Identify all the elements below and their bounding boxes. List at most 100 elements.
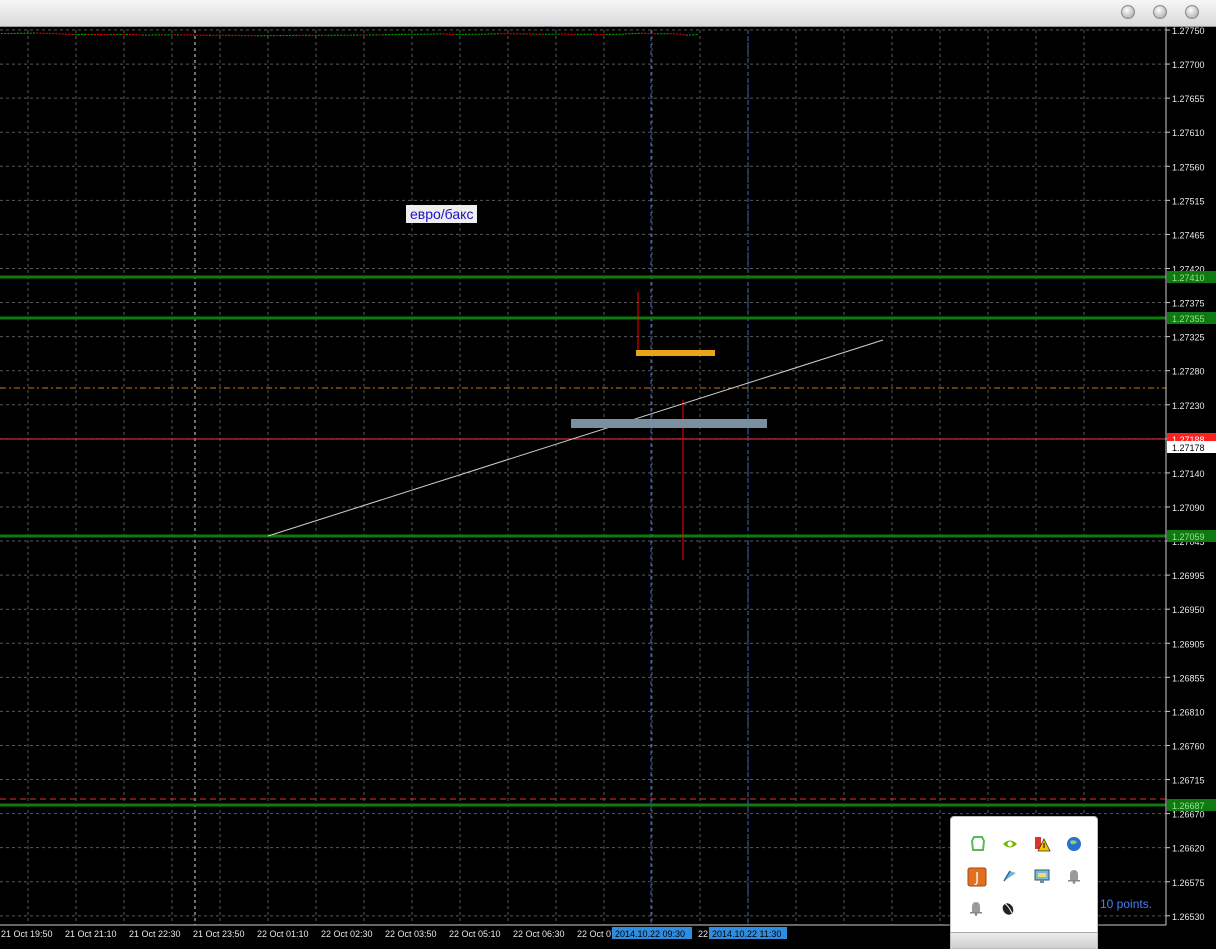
- candle-bull: [692, 34, 695, 36]
- price-chart[interactable]: 1.27750 1.27700 1.27655 1.27610 1.27560 1.275…: [0, 27, 1216, 947]
- mouse-icon[interactable]: [999, 899, 1017, 917]
- wifi-tool-icon[interactable]: [1001, 867, 1019, 885]
- candle-bull: [109, 34, 112, 36]
- candle-bear: [161, 34, 163, 36]
- candle-bull: [273, 35, 275, 37]
- window-titlebar: [0, 0, 1216, 27]
- candle-bull: [317, 34, 320, 36]
- candle-bear: [650, 33, 653, 35]
- candle-bull: [327, 34, 330, 36]
- candle-bull: [410, 33, 413, 35]
- tray-footer: [951, 932, 1097, 948]
- notification-bell-icon[interactable]: [1065, 867, 1083, 885]
- candle-bear: [65, 33, 67, 35]
- candle-bear: [516, 33, 519, 35]
- candle-bear: [71, 33, 74, 35]
- candle-bull: [407, 33, 410, 35]
- candle-bear: [346, 34, 349, 36]
- price-tick-label: 1.27610: [1172, 128, 1205, 138]
- range-zone-bar: [571, 419, 767, 428]
- candle-bear: [186, 34, 189, 36]
- candle-bear: [298, 34, 301, 36]
- nvidia-icon[interactable]: [1001, 835, 1019, 853]
- globe-icon[interactable]: [1065, 835, 1083, 853]
- candle-bear: [122, 34, 125, 36]
- price-tick-label: 1.27375: [1172, 299, 1205, 309]
- points-text: 10 points.: [1100, 897, 1153, 911]
- candle-bull: [609, 33, 611, 35]
- candle-bear: [106, 34, 109, 36]
- candle-bull: [497, 33, 499, 35]
- entry-zone-bar: [636, 350, 715, 356]
- candle-bear: [525, 33, 528, 35]
- candle-bear: [570, 33, 573, 35]
- candle-bull: [637, 32, 640, 34]
- java-update-icon[interactable]: J: [967, 867, 987, 887]
- candle-bull: [394, 34, 397, 36]
- security-alert-icon[interactable]: [1033, 835, 1051, 853]
- time-tick-label: 22 Oct 01:10: [257, 929, 309, 939]
- price-tick-label: 1.27655: [1172, 94, 1205, 104]
- candle-bull: [554, 33, 557, 35]
- candle-bear: [445, 33, 448, 35]
- minimize-button[interactable]: [1121, 5, 1135, 19]
- display-icon[interactable]: [1033, 867, 1051, 885]
- candle-bull: [26, 32, 29, 34]
- candle-bear: [573, 33, 576, 35]
- candle-bull: [81, 33, 83, 35]
- candle-bull: [305, 34, 307, 36]
- candle-bear: [68, 33, 71, 35]
- candle-bull: [577, 33, 579, 35]
- candle-bear: [199, 34, 202, 36]
- candle-bear: [196, 34, 199, 36]
- candle-bull: [84, 33, 87, 35]
- candle-bear: [500, 33, 503, 35]
- candle-bear: [682, 34, 685, 36]
- candle-bear: [55, 33, 58, 35]
- candle-bear: [103, 34, 106, 36]
- candle-bull: [522, 33, 525, 35]
- candle-bull: [349, 34, 352, 36]
- candle-bear: [535, 33, 538, 35]
- notification-bell-icon[interactable]: [967, 899, 985, 917]
- candle-bull: [455, 33, 458, 35]
- candle-bear: [513, 33, 515, 35]
- candle-bull: [4, 33, 7, 35]
- price-tick-label: 1.26995: [1172, 571, 1205, 581]
- candle-bull: [362, 34, 365, 36]
- candle-bull: [269, 35, 272, 37]
- candle-bull: [33, 32, 35, 34]
- time-highlight-label: 2014.10.22 11:30: [712, 929, 781, 939]
- candle-bear: [52, 33, 55, 35]
- candle-bull: [177, 34, 179, 36]
- candle-bull: [586, 33, 589, 35]
- candle-bull: [141, 34, 144, 36]
- candle-bear: [653, 33, 656, 35]
- candle-bull: [295, 34, 298, 36]
- candle-bull: [285, 35, 288, 37]
- candle-bull: [257, 35, 259, 37]
- candle-bear: [45, 32, 48, 34]
- candle-bull: [631, 33, 634, 35]
- candle-bear: [100, 34, 103, 36]
- time-tick-label: 21 Oct 19:50: [1, 929, 53, 939]
- candle-bull: [263, 35, 266, 37]
- candle-bear: [276, 35, 279, 37]
- candle-bear: [541, 33, 544, 35]
- time-highlight-label: 2014.10.22 09:30: [615, 929, 685, 939]
- candle-bull: [116, 34, 119, 36]
- candle-bear: [564, 33, 567, 35]
- candle-bull: [29, 32, 32, 34]
- candle-bull: [388, 34, 391, 36]
- evernote-icon[interactable]: [969, 835, 987, 853]
- candle-bull: [209, 34, 211, 36]
- candle-bull: [433, 33, 435, 35]
- candle-bull: [426, 33, 429, 35]
- candle-bull: [167, 34, 170, 36]
- close-button[interactable]: [1185, 5, 1199, 19]
- time-tick-label: 21 Oct 23:50: [193, 929, 245, 939]
- zoom-button[interactable]: [1153, 5, 1167, 19]
- candle-bull: [580, 33, 583, 35]
- price-tick-label: 1.26530: [1172, 912, 1205, 922]
- candle-bull: [538, 33, 541, 35]
